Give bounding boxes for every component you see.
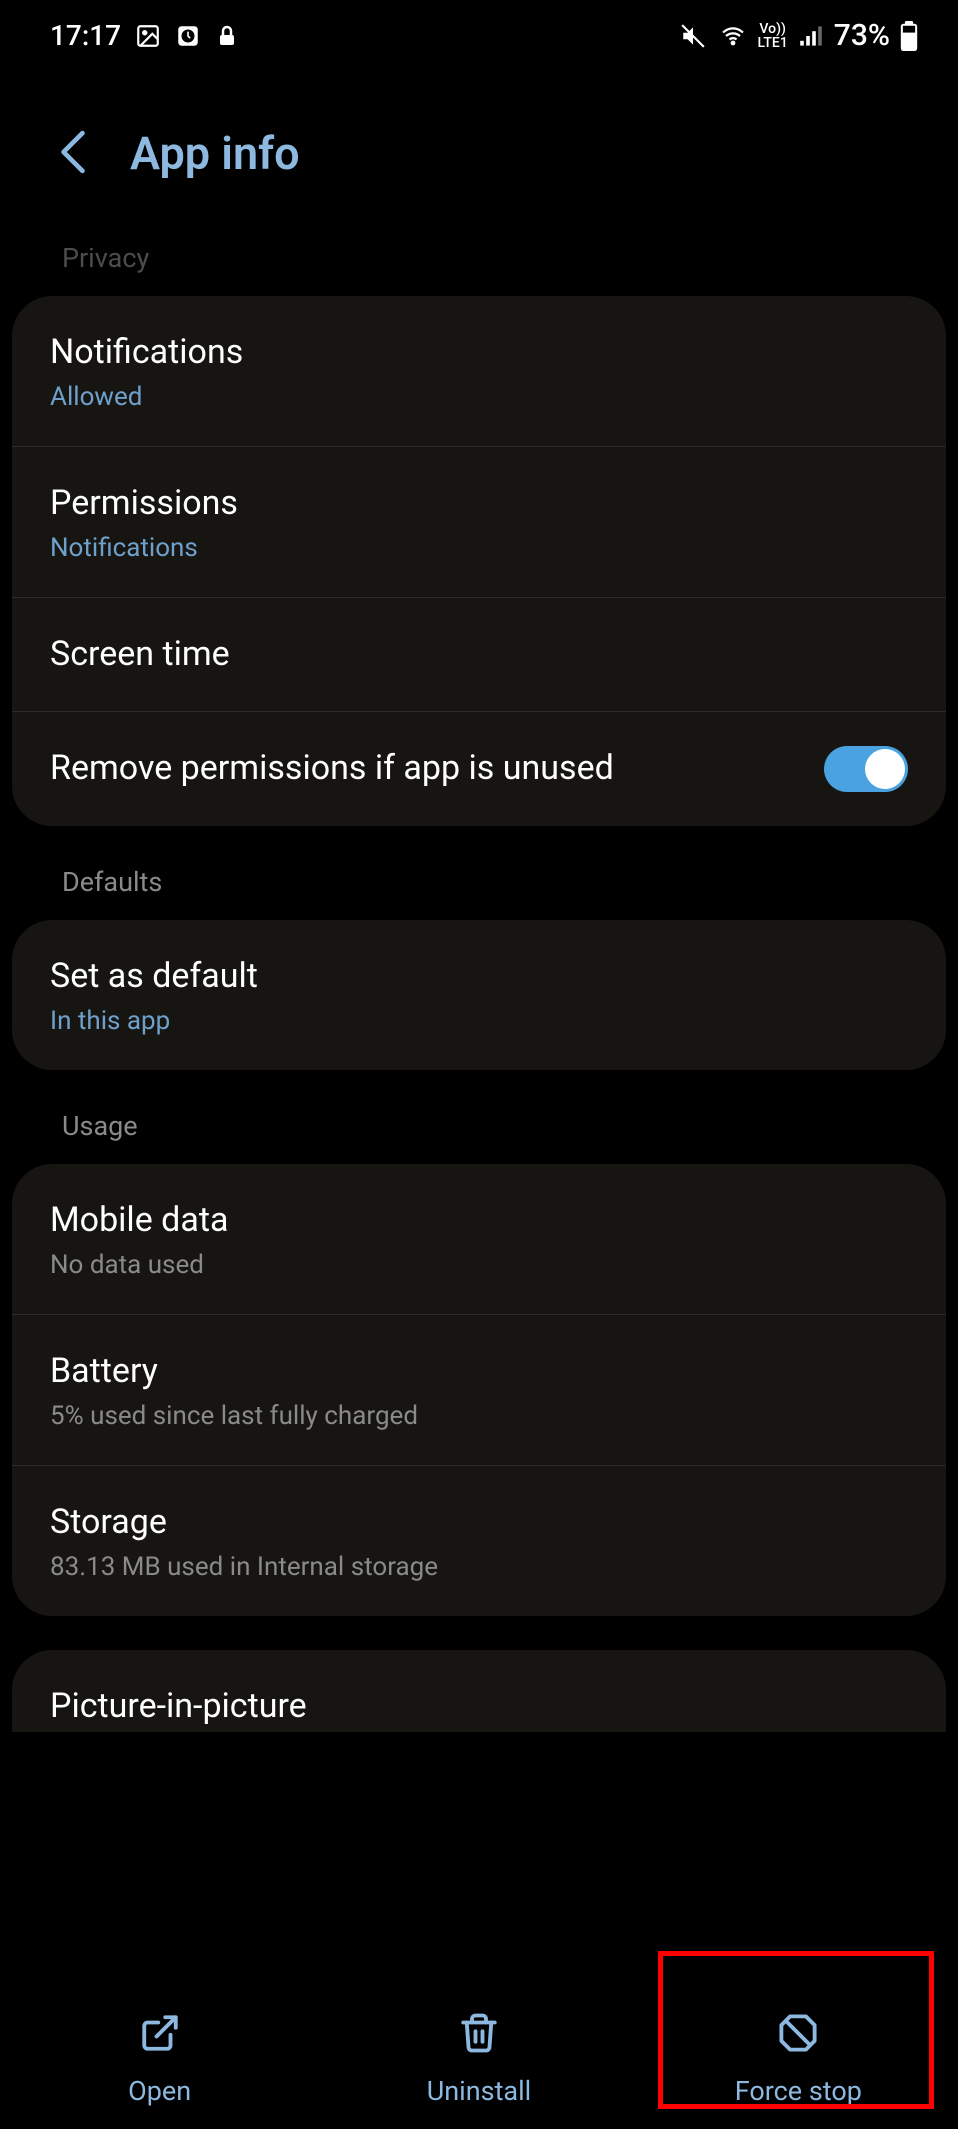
- open-button[interactable]: Open: [0, 2012, 319, 2107]
- pip-title: Picture-in-picture: [50, 1684, 908, 1728]
- bottom-action-bar: Open Uninstall Force stop: [0, 1994, 958, 2129]
- open-icon: [139, 2012, 181, 2061]
- privacy-card: Notifications Allowed Permissions Notifi…: [12, 296, 946, 826]
- notifications-sub: Allowed: [50, 382, 908, 412]
- set-default-title: Set as default: [50, 954, 908, 998]
- notifications-title: Notifications: [50, 330, 908, 374]
- storage-title: Storage: [50, 1500, 908, 1544]
- wifi-icon: [718, 24, 748, 48]
- section-label-usage: Usage: [12, 1096, 946, 1164]
- pip-card[interactable]: Picture-in-picture: [12, 1650, 946, 1732]
- screen-time-row[interactable]: Screen time: [12, 597, 946, 710]
- defaults-card: Set as default In this app: [12, 920, 946, 1070]
- mobile-data-sub: No data used: [50, 1250, 908, 1280]
- set-default-sub: In this app: [50, 1006, 908, 1036]
- picture-icon: [135, 23, 161, 49]
- stop-icon: [777, 2012, 819, 2061]
- mobile-data-row[interactable]: Mobile data No data used: [12, 1164, 946, 1314]
- screen-time-title: Screen time: [50, 632, 908, 676]
- storage-sub: 83.13 MB used in Internal storage: [50, 1552, 908, 1582]
- toggle-knob: [865, 749, 905, 789]
- vibrate-mute-icon: [678, 23, 708, 49]
- battery-sub: 5% used since last fully charged: [50, 1401, 908, 1431]
- section-label-defaults: Defaults: [12, 852, 946, 920]
- volte-indicator: Vo))LTE1: [758, 22, 788, 50]
- usage-card: Mobile data No data used Battery 5% used…: [12, 1164, 946, 1617]
- storage-row[interactable]: Storage 83.13 MB used in Internal storag…: [12, 1465, 946, 1616]
- lock-icon: [215, 22, 239, 50]
- page-title: App info: [130, 127, 300, 180]
- signal-icon: [798, 24, 824, 48]
- battery-percent: 73%: [834, 18, 890, 53]
- status-time: 17:17: [50, 19, 121, 52]
- uninstall-button[interactable]: Uninstall: [319, 2012, 638, 2107]
- remove-permissions-row[interactable]: Remove permissions if app is unused: [12, 711, 946, 826]
- clock-app-icon: [175, 23, 201, 49]
- header: App info: [0, 71, 958, 228]
- status-bar: 17:17 Vo))LTE1 73%: [0, 0, 958, 71]
- battery-title: Battery: [50, 1349, 908, 1393]
- set-default-row[interactable]: Set as default In this app: [12, 920, 946, 1070]
- mobile-data-title: Mobile data: [50, 1198, 908, 1242]
- permissions-title: Permissions: [50, 481, 908, 525]
- force-stop-button[interactable]: Force stop: [639, 2012, 958, 2107]
- uninstall-label: Uninstall: [427, 2075, 531, 2107]
- section-label-privacy: Privacy: [12, 228, 946, 296]
- trash-icon: [458, 2012, 500, 2061]
- force-stop-label: Force stop: [735, 2075, 862, 2107]
- remove-permissions-toggle[interactable]: [824, 746, 908, 792]
- permissions-sub: Notifications: [50, 533, 908, 563]
- remove-permissions-title: Remove permissions if app is unused: [50, 746, 614, 790]
- permissions-row[interactable]: Permissions Notifications: [12, 446, 946, 597]
- battery-row[interactable]: Battery 5% used since last fully charged: [12, 1314, 946, 1465]
- notifications-row[interactable]: Notifications Allowed: [12, 296, 946, 446]
- open-label: Open: [128, 2075, 191, 2107]
- back-arrow-icon[interactable]: [60, 130, 86, 178]
- battery-icon: [900, 21, 918, 51]
